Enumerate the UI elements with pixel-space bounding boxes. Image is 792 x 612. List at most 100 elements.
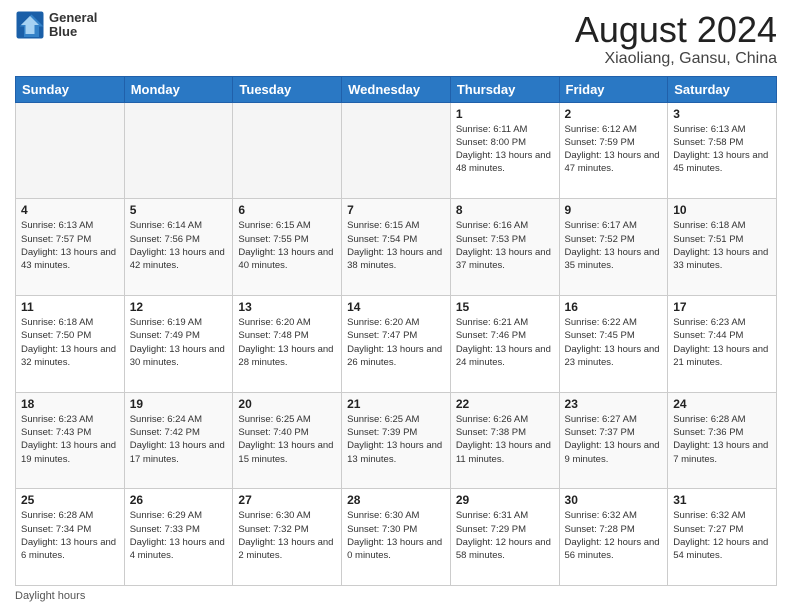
day-number: 29 (456, 493, 554, 507)
calendar-day-cell: 20 Sunrise: 6:25 AM Sunset: 7:40 PM Dayli… (233, 392, 342, 489)
day-info: Sunrise: 6:29 AM Sunset: 7:33 PM Dayligh… (130, 509, 228, 562)
day-number: 7 (347, 203, 445, 217)
day-info: Sunrise: 6:13 AM Sunset: 7:58 PM Dayligh… (673, 123, 771, 176)
calendar-day-cell: 10 Sunrise: 6:18 AM Sunset: 7:51 PM Dayli… (668, 199, 777, 296)
day-number: 10 (673, 203, 771, 217)
calendar-week-row: 1 Sunrise: 6:11 AM Sunset: 8:00 PM Daylig… (16, 102, 777, 199)
calendar-day-cell: 26Sunrise: 6:29 AM Sunset: 7:33 PM Dayli… (124, 489, 233, 586)
day-number: 3 (673, 107, 771, 121)
title-block: August 2024 Xiaoliang, Gansu, China (575, 10, 777, 68)
day-number: 16 (565, 300, 663, 314)
subtitle: Xiaoliang, Gansu, China (575, 50, 777, 68)
day-number: 22 (456, 397, 554, 411)
calendar-day-cell: 28Sunrise: 6:30 AM Sunset: 7:30 PM Dayli… (342, 489, 451, 586)
day-info: Sunrise: 6:16 AM Sunset: 7:53 PM Dayligh… (456, 219, 554, 272)
calendar-day-header: Friday (559, 76, 668, 102)
day-info: Sunrise: 6:20 AM Sunset: 7:48 PM Dayligh… (238, 316, 336, 369)
day-number: 12 (130, 300, 228, 314)
calendar-day-cell (342, 102, 451, 199)
calendar-week-row: 18 Sunrise: 6:23 AM Sunset: 7:43 PM Dayli… (16, 392, 777, 489)
calendar-day-cell: 6 Sunrise: 6:15 AM Sunset: 7:55 PM Daylig… (233, 199, 342, 296)
day-number: 27 (238, 493, 336, 507)
day-number: 30 (565, 493, 663, 507)
day-number: 31 (673, 493, 771, 507)
header: General Blue August 2024 Xiaoliang, Gans… (15, 10, 777, 68)
day-info: Sunrise: 6:22 AM Sunset: 7:45 PM Dayligh… (565, 316, 663, 369)
day-info: Sunrise: 6:23 AM Sunset: 7:44 PM Dayligh… (673, 316, 771, 369)
day-number: 18 (21, 397, 119, 411)
calendar-table: SundayMondayTuesdayWednesdayThursdayFrid… (15, 76, 777, 586)
calendar-day-cell: 18 Sunrise: 6:23 AM Sunset: 7:43 PM Dayli… (16, 392, 125, 489)
day-info: Sunrise: 6:26 AM Sunset: 7:38 PM Dayligh… (456, 413, 554, 466)
day-info: Sunrise: 6:15 AM Sunset: 7:54 PM Dayligh… (347, 219, 445, 272)
calendar-day-header: Monday (124, 76, 233, 102)
day-info: Sunrise: 6:18 AM Sunset: 7:51 PM Dayligh… (673, 219, 771, 272)
day-number: 24 (673, 397, 771, 411)
day-info: Sunrise: 6:25 AM Sunset: 7:40 PM Dayligh… (238, 413, 336, 466)
calendar-day-cell: 25 Sunrise: 6:28 AM Sunset: 7:34 PM Dayli… (16, 489, 125, 586)
day-number: 5 (130, 203, 228, 217)
calendar-day-cell: 15 Sunrise: 6:21 AM Sunset: 7:46 PM Dayli… (450, 295, 559, 392)
day-number: 15 (456, 300, 554, 314)
calendar-day-header: Thursday (450, 76, 559, 102)
calendar-day-cell: 23 Sunrise: 6:27 AM Sunset: 7:37 PM Dayli… (559, 392, 668, 489)
calendar-day-cell (16, 102, 125, 199)
day-info: Sunrise: 6:27 AM Sunset: 7:37 PM Dayligh… (565, 413, 663, 466)
calendar-day-cell: 7 Sunrise: 6:15 AM Sunset: 7:54 PM Daylig… (342, 199, 451, 296)
day-info: Sunrise: 6:23 AM Sunset: 7:43 PM Dayligh… (21, 413, 119, 466)
calendar-week-row: 25 Sunrise: 6:28 AM Sunset: 7:34 PM Dayli… (16, 489, 777, 586)
day-info: Sunrise: 6:28 AM Sunset: 7:34 PM Dayligh… (21, 509, 119, 562)
calendar-day-cell: 3 Sunrise: 6:13 AM Sunset: 7:58 PM Daylig… (668, 102, 777, 199)
day-number: 20 (238, 397, 336, 411)
day-info: Sunrise: 6:17 AM Sunset: 7:52 PM Dayligh… (565, 219, 663, 272)
day-info: Sunrise: 6:24 AM Sunset: 7:42 PM Dayligh… (130, 413, 228, 466)
calendar-day-cell (233, 102, 342, 199)
day-number: 28 (347, 493, 445, 507)
main-title: August 2024 (575, 10, 777, 50)
calendar-day-header: Wednesday (342, 76, 451, 102)
day-info: Sunrise: 6:21 AM Sunset: 7:46 PM Dayligh… (456, 316, 554, 369)
day-number: 21 (347, 397, 445, 411)
day-number: 4 (21, 203, 119, 217)
calendar-week-row: 11 Sunrise: 6:18 AM Sunset: 7:50 PM Dayli… (16, 295, 777, 392)
calendar-day-cell: 9 Sunrise: 6:17 AM Sunset: 7:52 PM Daylig… (559, 199, 668, 296)
calendar-day-header: Sunday (16, 76, 125, 102)
day-number: 9 (565, 203, 663, 217)
day-info: Sunrise: 6:32 AM Sunset: 7:28 PM Dayligh… (565, 509, 663, 562)
page: General Blue August 2024 Xiaoliang, Gans… (0, 0, 792, 612)
calendar-day-cell: 31 Sunrise: 6:32 AM Sunset: 7:27 PM Dayli… (668, 489, 777, 586)
calendar-day-cell: 8 Sunrise: 6:16 AM Sunset: 7:53 PM Daylig… (450, 199, 559, 296)
day-info: Sunrise: 6:20 AM Sunset: 7:47 PM Dayligh… (347, 316, 445, 369)
day-number: 23 (565, 397, 663, 411)
day-info: Sunrise: 6:12 AM Sunset: 7:59 PM Dayligh… (565, 123, 663, 176)
day-info: Sunrise: 6:31 AM Sunset: 7:29 PM Dayligh… (456, 509, 554, 562)
calendar-day-cell: 11 Sunrise: 6:18 AM Sunset: 7:50 PM Dayli… (16, 295, 125, 392)
day-info: Sunrise: 6:30 AM Sunset: 7:32 PM Dayligh… (238, 509, 336, 562)
logo-line2: Blue (49, 25, 97, 39)
day-number: 25 (21, 493, 119, 507)
daylight-label: Daylight hours (15, 590, 85, 602)
calendar-header-row: SundayMondayTuesdayWednesdayThursdayFrid… (16, 76, 777, 102)
day-info: Sunrise: 6:15 AM Sunset: 7:55 PM Dayligh… (238, 219, 336, 272)
calendar-day-cell: 16 Sunrise: 6:22 AM Sunset: 7:45 PM Dayli… (559, 295, 668, 392)
day-number: 1 (456, 107, 554, 121)
day-info: Sunrise: 6:18 AM Sunset: 7:50 PM Dayligh… (21, 316, 119, 369)
calendar-day-cell: 14Sunrise: 6:20 AM Sunset: 7:47 PM Dayli… (342, 295, 451, 392)
day-number: 2 (565, 107, 663, 121)
calendar-day-cell (124, 102, 233, 199)
calendar-day-cell: 29 Sunrise: 6:31 AM Sunset: 7:29 PM Dayli… (450, 489, 559, 586)
logo-icon (15, 10, 45, 40)
calendar-day-cell: 30 Sunrise: 6:32 AM Sunset: 7:28 PM Dayli… (559, 489, 668, 586)
footer: Daylight hours (15, 590, 777, 602)
day-number: 8 (456, 203, 554, 217)
calendar-day-cell: 17Sunrise: 6:23 AM Sunset: 7:44 PM Dayli… (668, 295, 777, 392)
day-info: Sunrise: 6:11 AM Sunset: 8:00 PM Dayligh… (456, 123, 554, 176)
day-number: 11 (21, 300, 119, 314)
day-number: 6 (238, 203, 336, 217)
day-number: 19 (130, 397, 228, 411)
logo-line1: General (49, 11, 97, 25)
day-info: Sunrise: 6:14 AM Sunset: 7:56 PM Dayligh… (130, 219, 228, 272)
calendar-day-cell: 2 Sunrise: 6:12 AM Sunset: 7:59 PM Daylig… (559, 102, 668, 199)
day-info: Sunrise: 6:32 AM Sunset: 7:27 PM Dayligh… (673, 509, 771, 562)
calendar-week-row: 4Sunrise: 6:13 AM Sunset: 7:57 PM Daylig… (16, 199, 777, 296)
